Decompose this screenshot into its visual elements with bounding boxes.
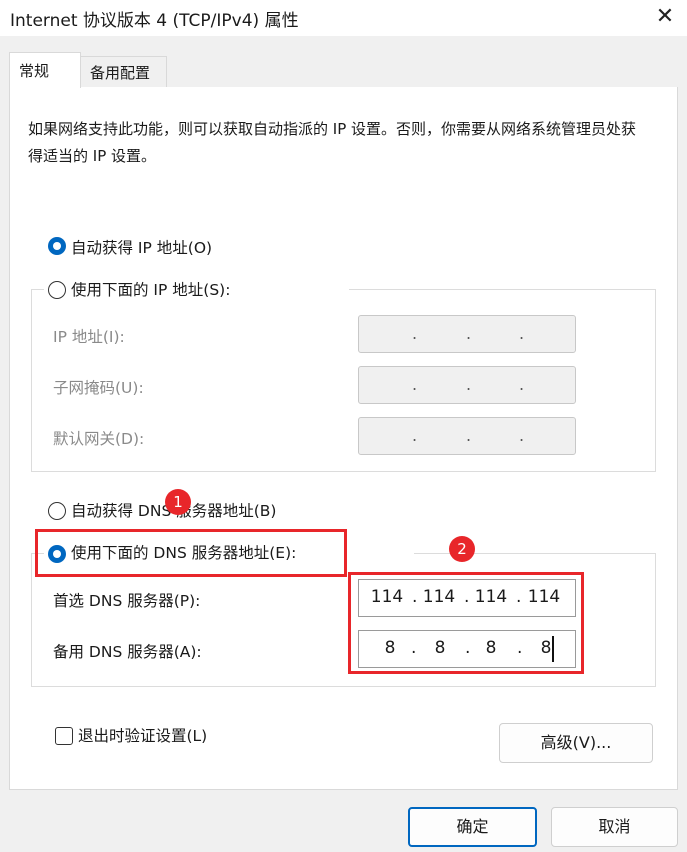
default-gateway-label: 默认网关(D): (53, 427, 149, 449)
manual-ip-label[interactable]: 使用下面的 IP 地址(S): (71, 278, 235, 300)
highlight-manual-dns-radio (35, 529, 347, 577)
tab-general[interactable]: 常规 (9, 52, 81, 88)
validate-on-exit-label[interactable]: 退出时验证设置(L) (78, 724, 212, 746)
radio-auto-dns[interactable] (48, 502, 66, 520)
subnet-mask-label: 子网掩码(U): (53, 376, 148, 398)
ip-address-label: IP 地址(I): (53, 325, 129, 347)
annotation-badge-1: 1 (165, 489, 191, 515)
ok-button[interactable]: 确定 (408, 807, 537, 847)
highlight-dns-fields (348, 572, 584, 674)
preferred-dns-label: 首选 DNS 服务器(P): (53, 589, 205, 611)
annotation-badge-2: 2 (449, 536, 475, 562)
close-icon[interactable]: ✕ (650, 2, 680, 32)
radio-auto-ip[interactable] (48, 237, 66, 255)
auto-ip-label[interactable]: 自动获得 IP 地址(O) (71, 236, 217, 258)
alternate-dns-label: 备用 DNS 服务器(A): (53, 640, 206, 662)
tab-alternate-config[interactable]: 备用配置 (81, 56, 167, 88)
advanced-button[interactable]: 高级(V)... (499, 723, 653, 763)
description-text: 如果网络支持此功能，则可以获取自动指派的 IP 设置。否则，你需要从网络系统管理… (28, 120, 637, 165)
window-title: Internet 协议版本 4 (TCP/IPv4) 属性 (10, 11, 299, 31)
default-gateway-field: . . . (358, 417, 576, 455)
validate-on-exit-checkbox[interactable] (55, 727, 73, 745)
ip-address-field: . . . (358, 315, 576, 353)
cancel-button[interactable]: 取消 (551, 807, 678, 847)
radio-manual-ip[interactable] (48, 281, 66, 299)
subnet-mask-field: . . . (358, 366, 576, 404)
